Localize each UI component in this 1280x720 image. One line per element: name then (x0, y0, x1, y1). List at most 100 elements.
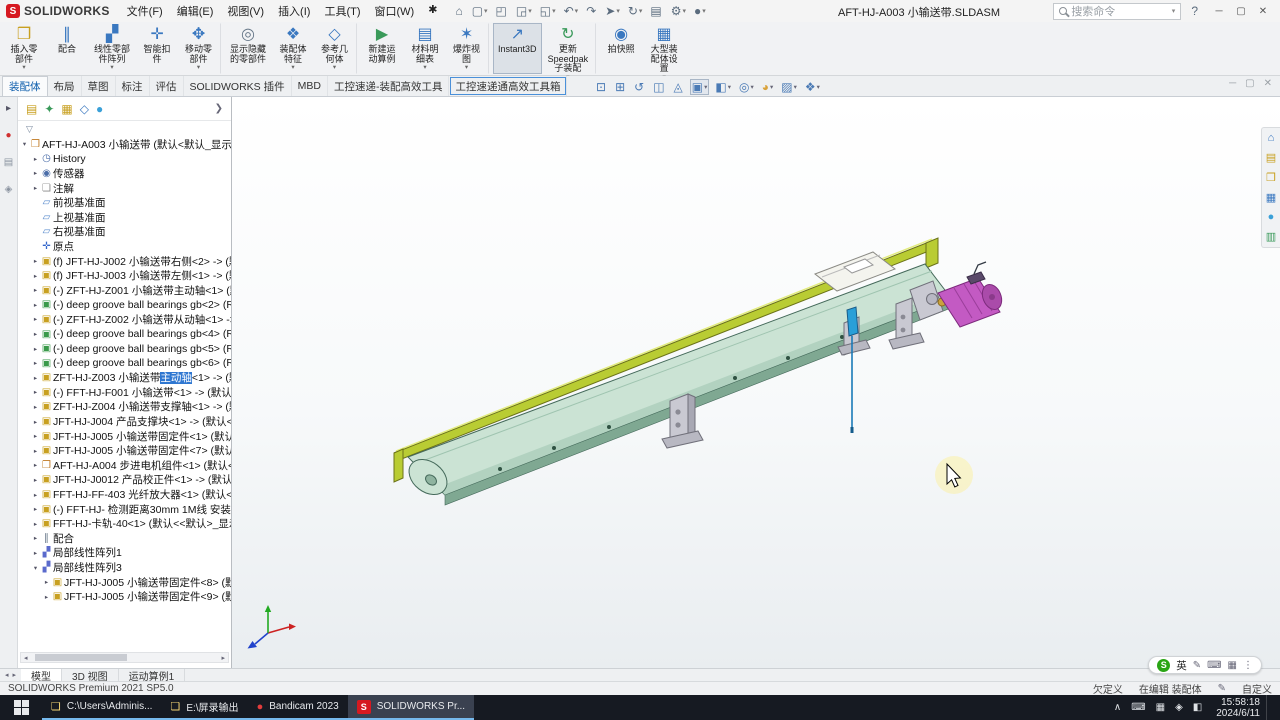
record-indicator-icon[interactable]: ● (5, 130, 11, 141)
expand-arrow-icon[interactable]: ▸ (31, 169, 40, 177)
search-scope-caret-icon[interactable]: ▾ (1172, 7, 1176, 15)
insert-components-button[interactable]: ❒ 插入零 部件 ▾ (3, 23, 45, 74)
tree-row[interactable]: ▸ ▞ 局部线性阵列1 (18, 546, 231, 561)
tree-row[interactable]: ▸ ❏ 注解 (18, 181, 231, 196)
tree-row[interactable]: ▸ ▣ (f) JFT-HJ-J003 小输送带左侧<1> -> (默认<<默 (18, 268, 231, 283)
model-canvas[interactable] (232, 97, 1280, 668)
smart-fasteners-button[interactable]: ✛ 智能扣 件 (136, 23, 178, 74)
apply-scene-icon[interactable]: ▨ ▾ (779, 79, 799, 95)
doc-minimize-button[interactable]: ─ (1229, 78, 1236, 89)
expand-arrow-icon[interactable]: ▸ (31, 359, 40, 367)
tree-row[interactable]: ▱ 右视基准面 (18, 225, 231, 240)
graphics-area[interactable]: ⌂ ▤ ❒ ▦ ● ▥ (232, 97, 1280, 668)
menu-item[interactable]: 插入(I) (271, 1, 317, 21)
sogou-logo-icon[interactable]: S (1157, 658, 1171, 672)
conveyor-belt-surface[interactable] (407, 263, 952, 496)
view-orientation-icon[interactable]: ▣ ▾ (689, 78, 710, 95)
tree-row[interactable]: ▸ ▣ (-) FFT-HJ- 检测距离30mm 1M线 安装头M5<1 (18, 502, 231, 517)
tray-expand-icon[interactable]: ∧ (1114, 702, 1121, 713)
rebuild-icon[interactable]: ↻ ▾ (625, 4, 646, 18)
tab-scroll-left-icon[interactable]: ◂ (5, 671, 9, 679)
help-icon[interactable]: ? (1191, 4, 1198, 18)
menu-item[interactable]: 文件(F) (120, 1, 170, 21)
tab-scroll-right-icon[interactable]: ▸ (13, 671, 17, 679)
annotation-view-icon[interactable]: ◬ (672, 79, 686, 95)
large-assembly-settings-button[interactable]: ▦ 大型装 配体设 置 ▾ (643, 23, 685, 81)
taskbar-bandicam[interactable]: ● Bandicam 2023 (247, 695, 348, 720)
expand-arrow-icon[interactable]: ▸ (31, 418, 40, 426)
reference-geometry-button[interactable]: ◇ 参考几 何体 ▾ (315, 23, 358, 74)
exploded-view-button[interactable]: ✶ 爆炸视 图 ▾ (447, 23, 490, 74)
dimxpert-tab[interactable]: ◇ (80, 102, 89, 116)
tree-row[interactable]: ▱ 前视基准面 (18, 195, 231, 210)
tree-row[interactable]: ▸ ▣ FFT-HJ-FF-403 光纤放大器<1> (默认<<默认>_默 (18, 487, 231, 502)
expand-pane-icon[interactable]: ▸ (6, 103, 11, 114)
tree-row[interactable]: ▸ ▣ ZFT-HJ-Z003 小输送带主动轴<1> -> (默认< (18, 371, 231, 386)
expand-arrow-icon[interactable]: ▸ (31, 491, 40, 499)
scrollbar-thumb[interactable] (34, 654, 127, 661)
previous-view-icon[interactable]: ↺ (632, 79, 647, 95)
rail-right-tab[interactable] (925, 237, 939, 269)
displaymanager-tab[interactable]: ● (96, 102, 103, 116)
edit-appearance-icon[interactable]: ◕ ▾ (760, 79, 776, 95)
new-document-icon[interactable]: ▢ ▾ (469, 4, 491, 18)
tray-network-icon[interactable]: ◧ (1193, 702, 1202, 713)
expand-arrow-icon[interactable]: ▸ (31, 155, 40, 163)
menu-item[interactable]: 窗口(W) (368, 1, 422, 21)
resources-tab-icon[interactable]: ⌂ (1268, 132, 1275, 144)
expand-arrow-icon[interactable]: ▸ (42, 593, 51, 601)
taskbar-file-explorer-1[interactable]: ❏ C:\Users\Adminis... (42, 695, 162, 720)
rail-left-tab[interactable] (393, 448, 404, 483)
expand-arrow-icon[interactable]: ▸ (31, 505, 40, 513)
minimize-button[interactable]: ─ (1208, 4, 1230, 19)
commandmanager-tab[interactable]: 工控速递-装配高效工具 (328, 76, 450, 96)
open-icon[interactable]: ◰ (493, 4, 511, 18)
expand-arrow-icon[interactable]: ▸ (31, 272, 40, 280)
close-button[interactable]: ✕ (1252, 4, 1274, 19)
expand-arrow-icon[interactable]: ▸ (31, 520, 40, 528)
commandmanager-tab[interactable]: 评估 (150, 76, 184, 96)
expand-arrow-icon[interactable]: ▸ (31, 286, 40, 294)
tree-row[interactable]: ▱ 上视基准面 (18, 210, 231, 225)
tree-row[interactable]: ▸ ▣ JFT-HJ-J005 小输送带固定件<8> (默认<<默 (18, 575, 231, 590)
print-icon[interactable]: ◱ ▾ (537, 4, 559, 18)
menu-item[interactable]: 视图(V) (220, 1, 271, 21)
linear-component-pattern-button[interactable]: ▞ 线性零部 件阵列 ▾ (89, 23, 135, 74)
view-settings-icon[interactable]: ❖ ▾ (803, 79, 822, 95)
taskbar-file-explorer-2[interactable]: ❏ E:\屏录输出 (161, 695, 248, 720)
commandmanager-tab[interactable]: 草图 (82, 76, 116, 96)
expand-arrow-icon[interactable]: ▸ (31, 432, 40, 440)
new-motion-study-button[interactable]: ▶ 新建运 动算例 (361, 23, 403, 74)
tray-display-icon[interactable]: ▦ (1156, 702, 1165, 713)
menu-item[interactable]: 工具(T) (317, 1, 367, 21)
expand-arrow-icon[interactable]: ▸ (31, 461, 40, 469)
commandmanager-tab[interactable]: 布局 (48, 76, 82, 96)
scroll-left-icon[interactable]: ◂ (21, 654, 31, 662)
tree-row[interactable]: ▸ ▣ FFT-HJ-卡轨-40<1> (默认<<默认>_显示状态 1 (18, 516, 231, 531)
scroll-right-icon[interactable]: ▸ (218, 654, 228, 662)
expand-arrow-icon[interactable]: ▸ (31, 447, 40, 455)
tree-row[interactable]: ▸ ▣ JFT-HJ-J0012 产品校正件<1> -> (默认<<默认>_ (18, 473, 231, 488)
start-button[interactable] (0, 695, 42, 720)
move-component-button[interactable]: ✥ 移动零 部件 ▾ (179, 23, 222, 74)
tree-row[interactable]: ▾ ❒ AFT-HJ-A003 小输送带 (默认<默认_显示状态-1>) (18, 137, 231, 152)
tree-row[interactable]: ▸ ▣ JFT-HJ-J005 小输送带固定件<9> (默认<<默 (18, 589, 231, 604)
commandmanager-tab[interactable]: 工控速递通高效工具箱 (449, 76, 568, 96)
zoom-area-icon[interactable]: ⊞ (613, 79, 628, 95)
tree-row[interactable]: ▸ ◷ History (18, 152, 231, 167)
command-search-input[interactable]: 搜索命令 ▾ (1053, 2, 1182, 20)
ime-pen-icon[interactable]: ✎ (1193, 660, 1201, 671)
tray-volume-icon[interactable]: ◈ (1175, 702, 1183, 713)
commandmanager-tab[interactable]: SOLIDWORKS 插件 (184, 76, 292, 96)
tree-row[interactable]: ▸ ▣ (-) ZFT-HJ-Z001 小输送带主动轴<1> (默认<<默 (18, 283, 231, 298)
expand-arrow-icon[interactable]: ▸ (31, 184, 40, 192)
maximize-button[interactable]: ▢ (1230, 4, 1252, 19)
tree-row[interactable]: ✛ 原点 (18, 239, 231, 254)
expand-arrow-icon[interactable]: ▾ (20, 140, 29, 148)
expand-arrow-icon[interactable]: ▸ (31, 476, 40, 484)
file-explorer-tab-icon[interactable]: ❒ (1266, 171, 1276, 184)
tree-row[interactable]: ▸ ▣ (f) JFT-HJ-J002 小输送带右侧<2> -> (默认<<默 (18, 254, 231, 269)
featuremanager-tab[interactable]: ▤ (26, 102, 37, 116)
options-icon[interactable]: ⚙ ▾ (668, 4, 689, 18)
bill-of-materials-button[interactable]: ▤ 材料明 细表 ▾ (404, 23, 446, 74)
